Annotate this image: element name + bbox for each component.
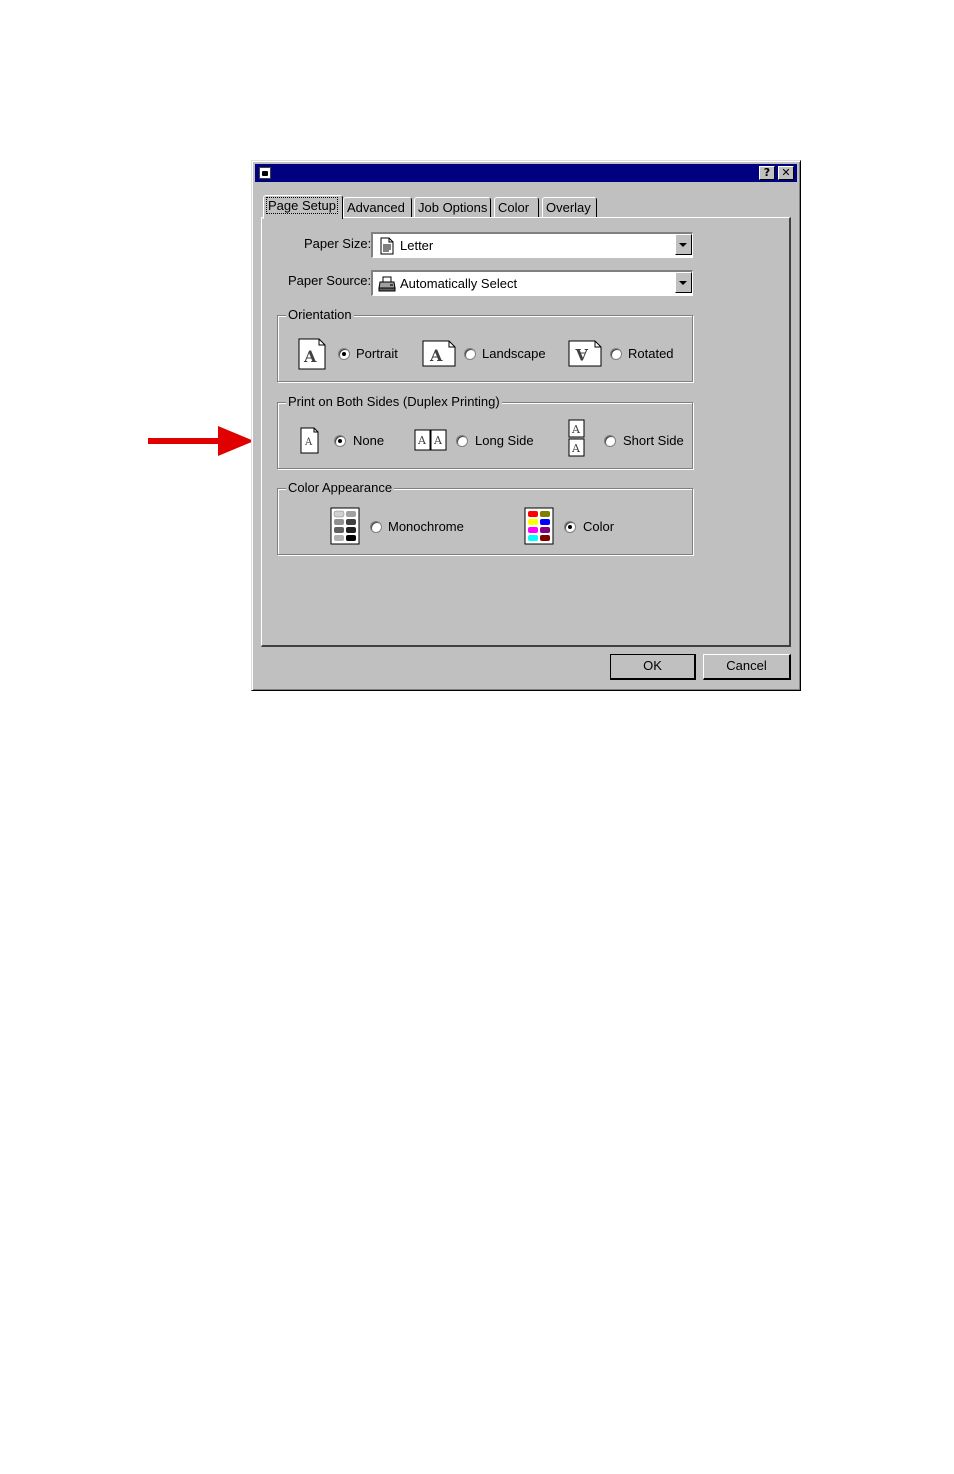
monochrome-radio[interactable] <box>370 521 382 533</box>
printer-icon <box>378 276 396 292</box>
svg-text:A: A <box>571 442 581 455</box>
short-side-pad-icon: A A <box>568 419 585 457</box>
tab-page-setup[interactable]: Page Setup <box>263 195 343 219</box>
duplex-long-side-label: Long Side <box>475 433 534 448</box>
duplex-group: Print on Both Sides (Duplex Printing) A … <box>277 394 693 469</box>
svg-text:A: A <box>303 347 317 366</box>
orientation-group: Orientation A Portrait A Landscape A Rot… <box>277 307 693 382</box>
paper-size-value: Letter <box>400 238 434 253</box>
svg-text:A: A <box>433 434 443 447</box>
svg-text:A: A <box>417 434 427 447</box>
paper-source-value: Automatically Select <box>400 276 518 291</box>
color-swatch-icon <box>524 507 554 545</box>
portrait-page-icon: A <box>298 338 326 370</box>
duplex-long-side-radio[interactable] <box>456 435 468 447</box>
title-bar: ? ✕ <box>255 164 797 182</box>
close-button[interactable]: ✕ <box>778 166 794 180</box>
svg-text:A: A <box>429 346 443 365</box>
svg-text:A: A <box>575 345 589 364</box>
duplex-none-radio[interactable] <box>334 435 346 447</box>
paper-source-select[interactable]: Automatically Select <box>371 270 693 296</box>
paper-source-label: Paper Source: <box>288 273 372 288</box>
duplex-short-side-radio[interactable] <box>604 435 616 447</box>
paper-size-select[interactable]: Letter <box>371 232 693 258</box>
paper-size-label: Paper Size: <box>304 236 372 251</box>
chevron-down-icon[interactable] <box>675 234 692 255</box>
color-radio[interactable] <box>564 521 576 533</box>
portrait-radio[interactable] <box>338 348 350 360</box>
color-label: Color <box>583 519 615 534</box>
landscape-page-icon: A <box>422 340 456 367</box>
page-setup-dialog: ? ✕ Page Setup Advanced Job Options Colo… <box>251 160 801 691</box>
duplex-none-label: None <box>353 433 385 448</box>
duplex-short-side-label: Short Side <box>623 433 684 448</box>
color-appearance-group: Color Appearance Monochrome Color <box>277 480 693 555</box>
help-button[interactable]: ? <box>759 166 775 180</box>
duplex-legend: Print on Both Sides (Duplex Printing) <box>286 394 502 409</box>
ok-button[interactable]: OK <box>610 654 696 680</box>
long-side-book-icon: A A <box>414 429 447 451</box>
monochrome-swatch-icon <box>330 507 360 545</box>
rotated-label: Rotated <box>628 346 674 361</box>
svg-text:A: A <box>304 437 313 448</box>
monochrome-label: Monochrome <box>388 519 464 534</box>
printer-app-icon[interactable] <box>259 167 271 179</box>
rotated-page-icon: A <box>568 340 602 367</box>
document-icon <box>380 237 394 255</box>
single-page-icon: A <box>300 427 319 454</box>
tab-advanced[interactable]: Advanced <box>343 197 412 217</box>
landscape-radio[interactable] <box>464 348 476 360</box>
landscape-label: Landscape <box>482 346 546 361</box>
tab-color[interactable]: Color <box>494 197 539 217</box>
page-setup-panel: Paper Size: Letter Paper Source: Automat… <box>261 217 791 647</box>
svg-text:A: A <box>571 423 581 436</box>
orientation-legend: Orientation <box>286 307 354 322</box>
tab-job-options[interactable]: Job Options <box>414 197 491 217</box>
chevron-down-icon[interactable] <box>675 272 692 293</box>
color-appearance-legend: Color Appearance <box>286 480 395 495</box>
cancel-button[interactable]: Cancel <box>703 654 791 680</box>
tab-overlay[interactable]: Overlay <box>542 197 597 217</box>
rotated-radio[interactable] <box>610 348 622 360</box>
portrait-label: Portrait <box>356 346 398 361</box>
red-arrow-icon <box>148 426 254 456</box>
